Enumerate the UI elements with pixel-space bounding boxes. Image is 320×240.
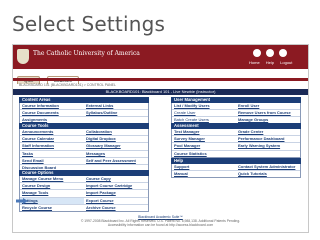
link-course-copy[interactable]: Course Copy [84, 176, 148, 182]
panel-course-tools: Course Tools Announcements Collaboration… [19, 123, 149, 173]
table-row: Course Design Import Course Cartridge [20, 183, 148, 191]
link-test-manager[interactable]: Test Manager [172, 129, 236, 135]
link-self-and-peer-assessment[interactable]: Self and Peer Assessment [84, 158, 148, 164]
panel-help: Help Support Contact System Administrato… [171, 158, 301, 179]
link-quick-tutorials[interactable]: Quick Tutorials [236, 171, 300, 177]
home-link[interactable]: Home [249, 60, 260, 65]
link-import-package[interactable]: Import Package [84, 190, 148, 196]
table-row: Manual Quick Tutorials [172, 171, 300, 177]
table-row: Settings Export Course [20, 197, 148, 205]
link-collaboration[interactable]: Collaboration [84, 129, 148, 135]
control-panel-header: BLACKBOARD101: Blackboard 101 - Live New… [13, 89, 308, 95]
empty-cell [236, 151, 300, 157]
link-course-calendar[interactable]: Course Calendar [20, 136, 84, 142]
table-row: Manage Tools Import Package [20, 190, 148, 198]
link-pool-manager[interactable]: Pool Manager [172, 143, 236, 149]
table-row: Survey Manager Performance Dashboard [172, 136, 300, 144]
screenshot-frame: The Catholic University of America Home … [12, 44, 309, 233]
top-links: Home Help Logout [249, 60, 297, 65]
table-row: Course Documents Syllabus/Outline [20, 110, 148, 118]
slide-title: Select Settings [12, 12, 166, 36]
link-announcements[interactable]: Announcements [20, 129, 84, 135]
table-row: List / Modify Users Enroll User [172, 103, 300, 111]
link-send-email[interactable]: Send Email [20, 158, 84, 164]
table-row: Manage Course Menu Course Copy [20, 176, 148, 184]
link-archive-course[interactable]: Archive Course [84, 205, 148, 211]
link-course-design[interactable]: Course Design [20, 183, 84, 189]
table-row: Test Manager Grade Center [172, 129, 300, 137]
table-row: Staff Information Glossary Manager [20, 143, 148, 151]
link-grade-center[interactable]: Grade Center [236, 129, 300, 135]
table-row: Course Calendar Digital Dropbox [20, 136, 148, 144]
panel-user-management: User Management List / Modify Users Enro… [171, 97, 301, 125]
link-messages[interactable]: Messages [84, 151, 148, 157]
link-course-information[interactable]: Course Information [20, 103, 84, 109]
help-icon[interactable] [266, 49, 274, 57]
table-row: Tasks Messages [20, 151, 148, 158]
link-glossary-manager[interactable]: Glossary Manager [84, 143, 148, 149]
link-digital-dropbox[interactable]: Digital Dropbox [84, 136, 148, 142]
tab-bar: Quik Courses [17, 69, 81, 84]
page-footer: Blackboard Academic Suite™ © 1997-2008 B… [13, 215, 308, 228]
link-remove-users-from-course[interactable]: Remove Users from Course [236, 110, 300, 116]
table-row: Recycle Course Archive Course [20, 205, 148, 211]
university-crest-icon [17, 49, 29, 64]
tab-divider [13, 78, 308, 81]
university-logo[interactable]: The Catholic University of America [33, 50, 140, 57]
link-import-course-cartridge[interactable]: Import Course Cartridge [84, 183, 148, 189]
link-contact-system-administrator[interactable]: Contact System Administrator [236, 164, 300, 170]
link-recycle-course[interactable]: Recycle Course [20, 205, 84, 211]
link-course-statistics[interactable]: Course Statistics [172, 151, 236, 157]
help-link[interactable]: Help [266, 60, 274, 65]
table-row: Send Email Self and Peer Assessment [20, 158, 148, 165]
link-manual[interactable]: Manual [172, 171, 236, 177]
link-performance-dashboard[interactable]: Performance Dashboard [236, 136, 300, 142]
link-manage-course-menu[interactable]: Manage Course Menu [20, 176, 84, 182]
home-icon[interactable] [253, 49, 261, 57]
panel-content-areas: Content Areas Course Information Externa… [19, 97, 149, 125]
link-manage-tools[interactable]: Manage Tools [20, 190, 84, 196]
link-course-documents[interactable]: Course Documents [20, 110, 84, 116]
link-tasks[interactable]: Tasks [20, 151, 84, 157]
breadcrumb[interactable]: BLACKBOARD 101 (BLACKBOARD101) > CONTROL… [19, 83, 116, 87]
link-external-links[interactable]: External Links [84, 103, 148, 109]
header-banner: The Catholic University of America Home … [13, 45, 308, 69]
link-enroll-user[interactable]: Enroll User [236, 103, 300, 109]
link-list-modify-users[interactable]: List / Modify Users [172, 103, 236, 109]
link-export-course[interactable]: Export Course [84, 198, 148, 204]
logout-link[interactable]: Logout [280, 60, 292, 65]
table-row: Announcements Collaboration [20, 129, 148, 137]
table-row: Pool Manager Early Warning System [172, 143, 300, 151]
link-syllabus-outline[interactable]: Syllabus/Outline [84, 110, 148, 116]
table-row: Support Contact System Administrator [172, 164, 300, 172]
panel-course-options: Course Options Manage Course Menu Course… [19, 170, 149, 212]
table-row: Course Statistics [172, 151, 300, 157]
link-staff-information[interactable]: Staff Information [20, 143, 84, 149]
link-survey-manager[interactable]: Survey Manager [172, 136, 236, 142]
panel-assessment: Assessment Test Manager Grade Center Sur… [171, 123, 301, 158]
pointer-arrow-icon [16, 198, 28, 204]
logout-icon[interactable] [279, 49, 287, 57]
table-row: Course Information External Links [20, 103, 148, 111]
link-early-warning-system[interactable]: Early Warning System [236, 143, 300, 149]
link-support[interactable]: Support [172, 164, 236, 170]
link-create-user[interactable]: Create User [172, 110, 236, 116]
footer-accessibility: Accessibility information can be found a… [107, 223, 214, 228]
table-row: Create User Remove Users from Course [172, 110, 300, 118]
link-settings[interactable]: Settings [20, 197, 84, 204]
